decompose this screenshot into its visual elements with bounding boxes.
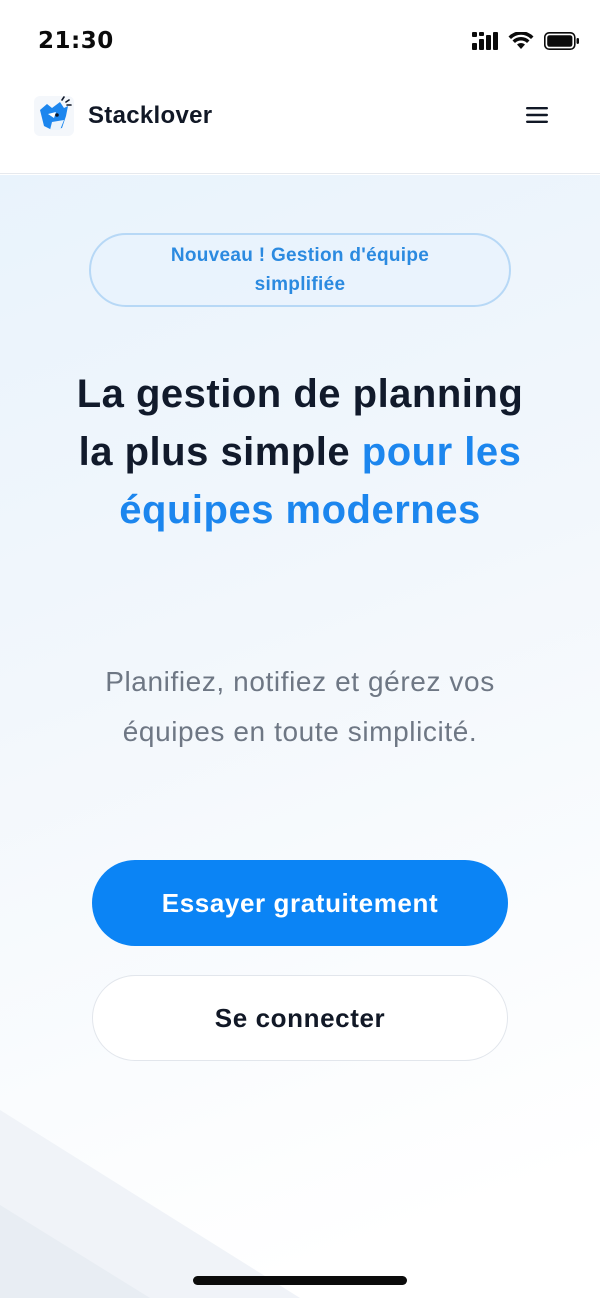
hero-section: Nouveau ! Gestion d'équipe simplifiée La… — [0, 175, 600, 1298]
fox-logo-icon[interactable] — [34, 96, 74, 136]
battery-icon — [544, 32, 579, 50]
announcement-badge[interactable]: Nouveau ! Gestion d'équipe simplifiée — [89, 233, 511, 307]
brand-name[interactable]: Stacklover — [88, 102, 212, 130]
status-icons — [472, 32, 580, 50]
hamburger-menu-button[interactable] — [522, 100, 552, 130]
app-screen: 21:30 Stacklover Nouveau ! Gestion d'équ… — [0, 0, 600, 1298]
hamburger-menu-icon — [526, 107, 548, 123]
signal-icon — [472, 32, 498, 50]
hero-title: La gestion de planning la plus simple po… — [60, 365, 540, 539]
try-free-button[interactable]: Essayer gratuitement — [92, 860, 508, 946]
home-indicator[interactable] — [193, 1276, 407, 1285]
status-bar: 21:30 — [0, 0, 600, 86]
hero-subtitle: Planifiez, notifiez et gérez vos équipes… — [105, 666, 495, 747]
site-header: Stacklover — [0, 86, 600, 174]
announcement-badge-text: Nouveau ! Gestion d'équipe simplifiée — [170, 245, 430, 295]
wifi-icon — [508, 32, 534, 49]
status-time: 21:30 — [38, 28, 114, 54]
login-button[interactable]: Se connecter — [92, 975, 508, 1061]
